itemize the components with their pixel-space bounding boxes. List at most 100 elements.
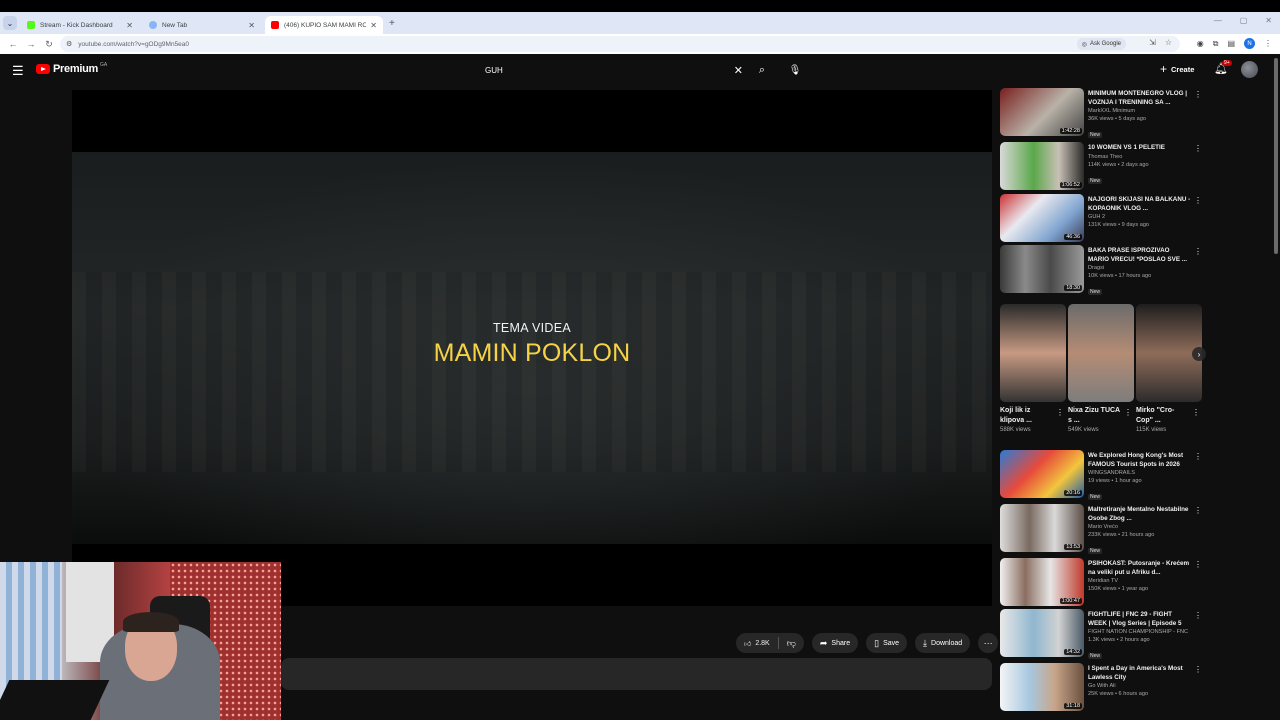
extension-icon[interactable]: ◉ xyxy=(1197,39,1204,48)
description-box[interactable] xyxy=(281,658,992,690)
more-vert-icon[interactable]: ⋮ xyxy=(1056,408,1064,417)
tab-youtube-video[interactable]: (406) KUPIO SAM MAMI ROLEX ✕ xyxy=(265,16,383,34)
install-icon[interactable]: ⇲ xyxy=(1149,38,1156,47)
create-button[interactable]: + Create xyxy=(1160,62,1194,76)
puzzle-icon[interactable]: ⧉ xyxy=(1213,39,1219,49)
video-title[interactable]: 10 WOMEN VS 1 PELETIE xyxy=(1088,144,1192,153)
search-box[interactable]: GUH ✕ xyxy=(479,59,749,81)
channel-name[interactable]: WINGSANDRAILS xyxy=(1088,469,1192,477)
video-thumbnail[interactable]: 14:32 xyxy=(1000,609,1084,657)
minimize-icon[interactable]: — xyxy=(1214,16,1222,25)
related-video[interactable]: 46:36 NAJGORI SKIJASI NA BALKANU - KOPAO… xyxy=(1000,194,1205,244)
download-button[interactable]: ⤓ Download xyxy=(915,633,971,653)
video-title[interactable]: MINIMUM MONTENEGRO VLOG | VOZNJA I TRENI… xyxy=(1088,90,1192,107)
related-video[interactable]: 13:53 Maltretiranje Mentalno Nestabilne … xyxy=(1000,504,1205,554)
video-player[interactable]: TEMA VIDEA MAMIN POKLON xyxy=(72,90,992,606)
maximize-icon[interactable]: ▢ xyxy=(1240,16,1248,25)
video-thumbnail[interactable]: 46:36 xyxy=(1000,194,1084,242)
more-vert-icon[interactable]: ⋮ xyxy=(1192,408,1200,417)
share-button[interactable]: ➦ Share xyxy=(811,633,859,653)
related-video[interactable]: 20:16 We Explored Hong Kong's Most FAMOU… xyxy=(1000,450,1205,500)
channel-name[interactable]: Thomas Theo xyxy=(1088,153,1192,161)
tab-kick-dashboard[interactable]: Stream - Kick Dashboard ✕ xyxy=(21,16,139,34)
more-vert-icon[interactable]: ⋮ xyxy=(1194,560,1202,569)
search-button[interactable]: ⌕ xyxy=(752,60,772,80)
url-text[interactable]: youtube.com/watch?v=gODg9Mn5ea0 xyxy=(78,41,189,48)
video-thumbnail[interactable]: 1:00:47 xyxy=(1000,558,1084,606)
save-button[interactable]: ▯ Save xyxy=(866,633,908,653)
dislike-button[interactable]: 👎︎ xyxy=(779,638,804,649)
related-video[interactable]: 18:30 BAKA PRASE ISPROZIVAO MARIO VRECU!… xyxy=(1000,245,1205,295)
more-vert-icon[interactable]: ⋮ xyxy=(1194,144,1202,153)
channel-name[interactable]: GUH 2 xyxy=(1088,213,1192,221)
close-window-icon[interactable]: ✕ xyxy=(1265,16,1272,25)
ask-google-button[interactable]: ◎ Ask Google xyxy=(1076,38,1126,50)
short-title[interactable]: Nixa Zizu TUCA s ... xyxy=(1068,406,1120,426)
new-tab-button[interactable]: + xyxy=(389,18,395,29)
youtube-logo[interactable]: Premium GA xyxy=(36,62,107,75)
page-scrollbar[interactable] xyxy=(1274,58,1278,254)
video-title[interactable]: We Explored Hong Kong's Most FAMOUS Tour… xyxy=(1088,452,1192,469)
channel-name[interactable]: FIGHT NATION CHAMPIONSHIP - FNC xyxy=(1088,628,1192,636)
channel-name[interactable]: Meridian TV xyxy=(1088,577,1192,585)
close-tab-icon[interactable]: ✕ xyxy=(248,21,255,30)
short-thumbnail[interactable] xyxy=(1000,304,1066,402)
video-thumbnail[interactable]: 20:16 xyxy=(1000,450,1084,498)
video-thumbnail[interactable]: 1:42:28 xyxy=(1000,88,1084,136)
channel-name[interactable]: Mario Vrećo xyxy=(1088,523,1192,531)
profile-avatar[interactable]: N xyxy=(1244,38,1255,49)
more-vert-icon[interactable]: ⋮ xyxy=(1124,408,1132,417)
more-vert-icon[interactable]: ⋮ xyxy=(1194,611,1202,620)
video-thumbnail[interactable]: 13:53 xyxy=(1000,504,1084,552)
more-vert-icon[interactable]: ⋮ xyxy=(1194,665,1202,674)
related-video[interactable]: 31:18 I Spent a Day in America's Most La… xyxy=(1000,663,1205,713)
related-video[interactable]: 1:00:47 PSIHOKAST: Putosranje - Krećem n… xyxy=(1000,558,1205,608)
more-vert-icon[interactable]: ⋮ xyxy=(1194,196,1202,205)
tab-new-tab[interactable]: New Tab ✕ xyxy=(143,16,261,34)
video-title[interactable]: Maltretiranje Mentalno Nestabilne Osobe … xyxy=(1088,506,1192,523)
back-icon[interactable]: ← xyxy=(8,39,18,49)
video-thumbnail[interactable]: 31:18 xyxy=(1000,663,1084,711)
site-info-icon[interactable]: ⚙ xyxy=(66,40,72,48)
like-button[interactable]: 👍︎ 2.8K xyxy=(736,637,779,649)
close-tab-icon[interactable]: ✕ xyxy=(370,21,377,30)
short-item[interactable]: Koji lik iz klipova ... 588K views ⋮ xyxy=(1000,304,1066,444)
short-item[interactable]: Mirko "Cro-Cop" ... 115K views ⋮ xyxy=(1136,304,1202,444)
video-title[interactable]: I Spent a Day in America's Most Lawless … xyxy=(1088,665,1192,682)
video-title[interactable]: NAJGORI SKIJASI NA BALKANU - KOPAONIK VL… xyxy=(1088,196,1192,213)
channel-name[interactable]: Dragsi xyxy=(1088,264,1192,272)
guide-menu-icon[interactable]: ☰ xyxy=(12,63,24,79)
video-title[interactable]: PSIHOKAST: Putosranje - Krećem na veliki… xyxy=(1088,560,1192,577)
tab-search-icon[interactable]: ⌄ xyxy=(3,16,17,30)
reload-icon[interactable]: ↻ xyxy=(44,39,54,50)
more-actions-button[interactable]: ⋯ xyxy=(978,633,999,653)
short-title[interactable]: Mirko "Cro-Cop" ... xyxy=(1136,406,1188,426)
close-tab-icon[interactable]: ✕ xyxy=(126,21,133,30)
more-vert-icon[interactable]: ⋮ xyxy=(1194,452,1202,461)
bookmark-star-icon[interactable]: ☆ xyxy=(1165,38,1172,47)
short-item[interactable]: Nixa Zizu TUCA s ... 549K views ⋮ xyxy=(1068,304,1134,444)
browser-menu-icon[interactable]: ⋮ xyxy=(1264,39,1272,48)
forward-icon[interactable]: → xyxy=(26,39,36,49)
more-vert-icon[interactable]: ⋮ xyxy=(1194,247,1202,256)
address-bar[interactable]: ⚙ youtube.com/watch?v=gODg9Mn5ea0 ◎ Ask … xyxy=(60,36,1180,52)
clear-search-icon[interactable]: ✕ xyxy=(734,64,743,77)
account-avatar[interactable] xyxy=(1241,61,1258,78)
voice-search-button[interactable]: 🎙︎ xyxy=(785,60,805,80)
search-input[interactable]: GUH xyxy=(485,66,734,75)
video-title[interactable]: BAKA PRASE ISPROZIVAO MARIO VRECU! *POSL… xyxy=(1088,247,1192,264)
more-vert-icon[interactable]: ⋮ xyxy=(1194,506,1202,515)
video-title[interactable]: FIGHTLIFE | FNC 29 - FIGHT WEEK | Vlog S… xyxy=(1088,611,1192,628)
sidepanel-icon[interactable]: ▤ xyxy=(1227,39,1235,48)
chevron-right-icon[interactable]: › xyxy=(1192,347,1206,361)
related-video[interactable]: 1:42:28 MINIMUM MONTENEGRO VLOG | VOZNJA… xyxy=(1000,88,1205,138)
short-title[interactable]: Koji lik iz klipova ... xyxy=(1000,406,1052,426)
channel-name[interactable]: MarkXXL Minimum xyxy=(1088,107,1192,115)
channel-name[interactable]: Go With Ali xyxy=(1088,682,1192,690)
more-vert-icon[interactable]: ⋮ xyxy=(1194,90,1202,99)
related-video[interactable]: 14:32 FIGHTLIFE | FNC 29 - FIGHT WEEK | … xyxy=(1000,609,1205,659)
short-thumbnail[interactable] xyxy=(1068,304,1134,402)
video-thumbnail[interactable]: 18:30 xyxy=(1000,245,1084,293)
video-thumbnail[interactable]: 1:06:52 xyxy=(1000,142,1084,190)
related-video[interactable]: 1:06:52 10 WOMEN VS 1 PELETIE Thomas The… xyxy=(1000,142,1205,192)
